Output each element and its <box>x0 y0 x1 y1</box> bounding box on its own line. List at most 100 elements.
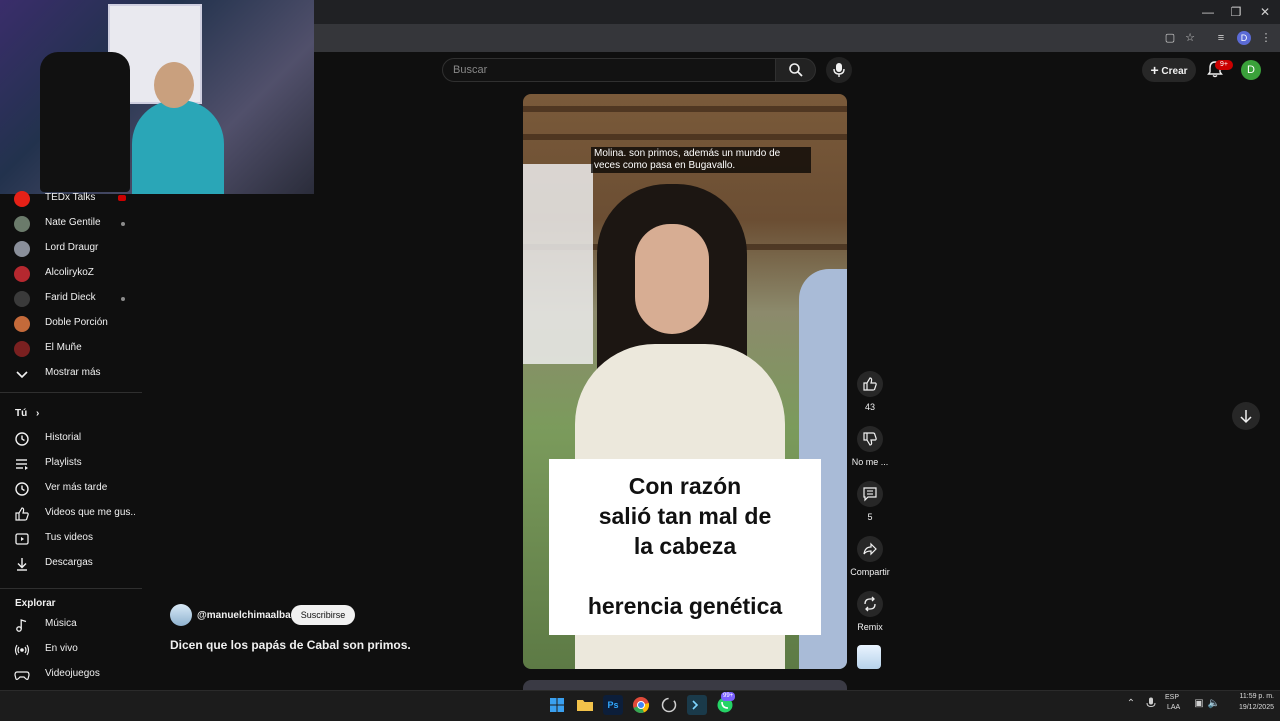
remix-label: Remix <box>857 622 883 632</box>
whatsapp-badge: 99+ <box>721 692 736 701</box>
restore-icon[interactable]: ❐ <box>1222 2 1250 22</box>
card-text-line: herencia genética <box>587 593 783 619</box>
sidebar-item-label: El Muñe <box>45 342 82 353</box>
sidebar-item-label: Historial <box>45 432 82 443</box>
sidebar-item-your-videos[interactable]: Tus videos <box>0 527 142 551</box>
media-control-icon[interactable]: ≡ <box>1213 30 1229 46</box>
mic-tray-icon[interactable] <box>1144 697 1158 711</box>
next-short-preview[interactable] <box>523 680 847 690</box>
sidebar-item-liked-videos[interactable]: Videos que me gus... <box>0 502 142 526</box>
share-icon <box>863 542 877 556</box>
webcam-chair <box>40 52 130 192</box>
sidebar-item-history[interactable]: Historial <box>0 427 142 451</box>
photoshop-icon[interactable]: Ps <box>603 695 623 715</box>
sidebar-item-label: Tus videos <box>45 532 93 543</box>
sidebar-show-more[interactable]: Mostrar más <box>0 362 142 386</box>
dislike-button[interactable] <box>857 426 883 452</box>
like-button[interactable] <box>857 371 883 397</box>
channel-handle[interactable]: @manuelchimaalba <box>197 610 291 621</box>
install-app-icon[interactable]: ▢ <box>1162 30 1178 46</box>
windows-start-icon[interactable] <box>547 695 567 715</box>
sidebar-item-label: Ver más tarde <box>45 482 108 493</box>
webcam-person <box>132 100 224 194</box>
account-avatar[interactable]: D <box>1241 60 1261 80</box>
sidebar-item-downloads[interactable]: Descargas <box>0 552 142 576</box>
channel-avatar[interactable] <box>170 604 192 626</box>
dislike-label: No me ... <box>851 457 889 467</box>
sidebar-item-label: En vivo <box>45 643 78 654</box>
comments-count: 5 <box>867 512 873 522</box>
video-scene-wall <box>523 164 593 364</box>
chrome-icon[interactable] <box>631 695 651 715</box>
share-button[interactable] <box>857 536 883 562</box>
sound-channel-thumbnail[interactable] <box>857 645 881 669</box>
volume-icon[interactable]: 🔈 <box>1207 697 1221 711</box>
share-action[interactable]: Compartir <box>850 536 890 577</box>
create-label: Crear <box>1161 66 1188 77</box>
sidebar-item-doble-porcion[interactable]: Doble Porción <box>0 312 142 336</box>
remix-action[interactable]: Remix <box>853 591 887 632</box>
sidebar-item-live[interactable]: En vivo <box>0 638 142 662</box>
taskbar-clock-time[interactable]: 11:59 p. m. <box>1228 693 1274 700</box>
thumbs-up-icon <box>15 507 29 521</box>
sidebar-item-label: Música <box>45 618 77 629</box>
search-input[interactable] <box>443 59 773 81</box>
short-video-player[interactable]: Molina. son primos, además un mundo de v… <box>523 94 847 669</box>
sidebar-item-label: Doble Porción <box>45 317 108 328</box>
channel-avatar <box>14 266 30 282</box>
mic-icon <box>833 63 845 77</box>
sidebar-you-heading[interactable]: Tú › <box>15 408 39 419</box>
playlist-icon <box>16 459 28 470</box>
history-icon <box>15 432 29 446</box>
display-icon[interactable]: ▣ <box>1192 697 1206 711</box>
subscribe-button[interactable]: Suscribirse <box>291 605 355 625</box>
new-content-dot <box>121 222 125 226</box>
sidebar-item-farid-dieck[interactable]: Farid Dieck <box>0 287 142 311</box>
video-subtitle: Molina. son primos, además un mundo de v… <box>591 147 811 173</box>
next-short-button[interactable] <box>1232 402 1260 430</box>
like-action[interactable]: 43 <box>853 371 887 412</box>
remix-icon <box>864 596 876 612</box>
dislike-action[interactable]: No me ... <box>852 426 888 467</box>
thumbs-down-icon <box>863 432 877 446</box>
taskbar-clock-date[interactable]: 19/12/2025 <box>1224 704 1274 711</box>
sidebar-item-tedx-talks[interactable]: TEDx Talks <box>0 187 142 211</box>
create-button[interactable]: + Crear <box>1142 58 1196 82</box>
sidebar-item-lord-draugr[interactable]: Lord Draugr <box>0 237 142 261</box>
sidebar-item-playlists[interactable]: Playlists <box>0 452 142 476</box>
app-sync-icon[interactable] <box>659 695 679 715</box>
browser-menu-icon[interactable]: ⋮ <box>1258 30 1274 46</box>
webcam-person-head <box>154 62 194 108</box>
minimize-icon[interactable]: — <box>1194 2 1222 22</box>
search-box[interactable] <box>442 58 776 82</box>
chevron-down-icon <box>16 371 28 379</box>
file-explorer-icon[interactable] <box>575 695 595 715</box>
comments-button[interactable] <box>857 481 883 507</box>
chevron-up-icon[interactable]: ⌃ <box>1124 697 1138 711</box>
browser-profile-icon[interactable]: D <box>1237 31 1251 45</box>
voice-search-button[interactable] <box>826 57 852 83</box>
sidebar-item-el-mune[interactable]: El Muñe <box>0 337 142 361</box>
sidebar-item-alcolirykoz[interactable]: AlcolirykoZ <box>0 262 142 286</box>
notifications-badge: 9+ <box>1215 60 1233 70</box>
remix-button[interactable] <box>857 591 883 617</box>
sidebar-item-gaming[interactable]: Videojuegos <box>0 663 142 687</box>
search-button[interactable] <box>776 58 816 82</box>
sidebar-item-watch-later[interactable]: Ver más tarde <box>0 477 142 501</box>
input-language[interactable]: ESP <box>1165 694 1179 701</box>
like-count: 43 <box>864 402 875 412</box>
sidebar-item-nate-gentile[interactable]: Nate Gentile <box>0 212 142 236</box>
channel-avatar <box>14 316 30 332</box>
close-icon[interactable]: ✕ <box>1251 2 1279 22</box>
sidebar-item-label: Lord Draugr <box>45 242 99 253</box>
sidebar-item-music[interactable]: Música <box>0 613 142 637</box>
arrow-down-icon <box>1240 410 1252 424</box>
share-label: Compartir <box>850 567 890 577</box>
app-terminal-icon[interactable] <box>687 695 707 715</box>
webcam-overlay <box>0 0 314 194</box>
sidebar-item-label: Playlists <box>45 457 82 468</box>
comments-action[interactable]: 5 <box>853 481 887 522</box>
sidebar-heading-label: Tú <box>15 408 28 419</box>
video-scene-beam <box>523 106 847 112</box>
bookmark-star-icon[interactable]: ☆ <box>1182 30 1198 46</box>
